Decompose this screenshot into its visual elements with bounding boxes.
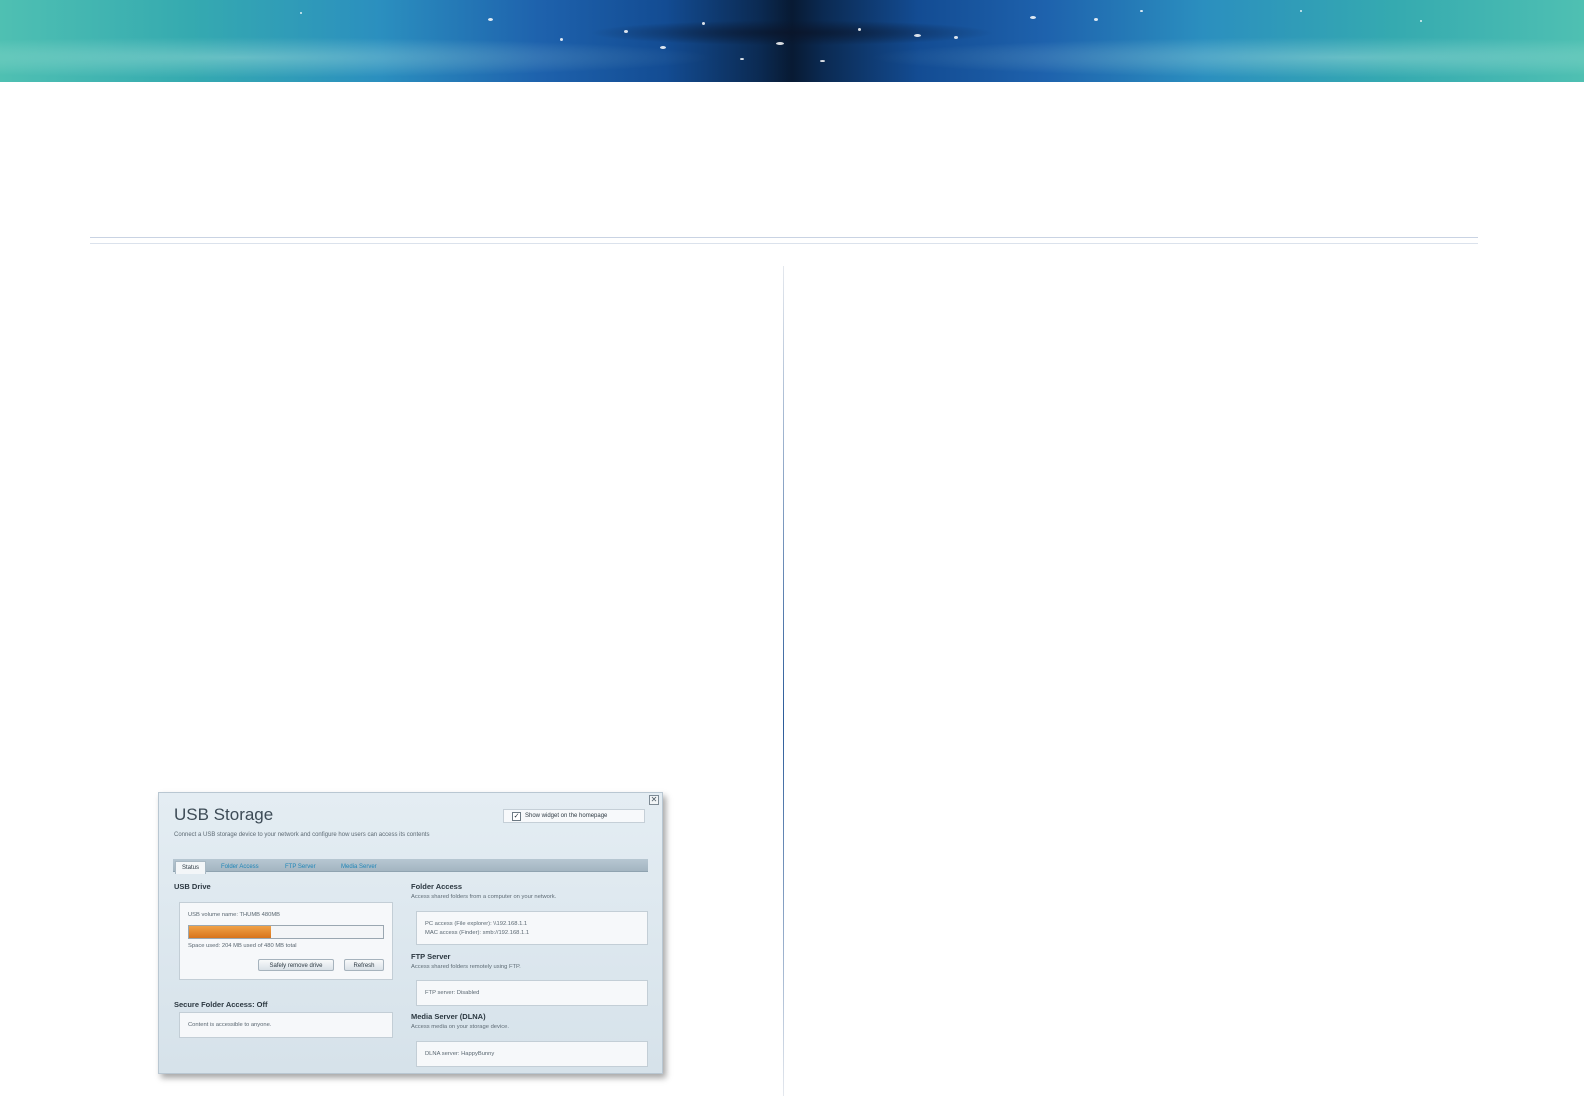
banner-speck bbox=[1140, 10, 1143, 12]
usb-drive-heading: USB Drive bbox=[174, 882, 211, 891]
secure-folder-box: Content is accessible to anyone. bbox=[179, 1012, 393, 1038]
usage-progress-bar bbox=[188, 925, 384, 939]
media-server-box: DLNA server: HappyBunny bbox=[416, 1041, 648, 1067]
banner-speck bbox=[820, 60, 825, 62]
show-widget-label: Show widget on the homepage bbox=[525, 813, 608, 819]
ftp-server-box: FTP server: Disabled bbox=[416, 980, 648, 1006]
banner-speck bbox=[740, 58, 744, 60]
banner-speck bbox=[488, 18, 493, 21]
banner-speck bbox=[1300, 10, 1302, 12]
ftp-server-desc: Access shared folders remotely using FTP… bbox=[411, 964, 521, 970]
banner-speck bbox=[660, 46, 666, 49]
checkbox-icon[interactable]: ✓ bbox=[512, 811, 521, 821]
ftp-server-heading: FTP Server bbox=[411, 952, 451, 961]
secure-folder-text: Content is accessible to anyone. bbox=[188, 1022, 272, 1028]
banner-speck bbox=[776, 42, 784, 45]
folder-access-box: PC access (File explorer): \\192.168.1.1… bbox=[416, 911, 648, 945]
usb-volume-name: USB volume name: THUMB 480MB bbox=[188, 912, 281, 918]
banner-speck bbox=[914, 34, 921, 37]
banner-speck bbox=[1094, 18, 1098, 21]
tab-folder-access[interactable]: Folder Access bbox=[215, 861, 265, 873]
banner-speck bbox=[702, 22, 705, 25]
page-title: USB Storage bbox=[174, 805, 274, 824]
column-divider bbox=[783, 266, 784, 1096]
tab-status[interactable]: Status bbox=[175, 861, 207, 874]
media-server-heading: Media Server (DLNA) bbox=[411, 1012, 486, 1021]
usb-storage-panel: ✕ USB Storage Connect a USB storage devi… bbox=[158, 792, 663, 1074]
tab-media-server[interactable]: Media Server bbox=[335, 861, 383, 873]
banner-speck bbox=[1030, 16, 1036, 19]
header-divider bbox=[90, 237, 1478, 238]
banner-speck bbox=[858, 28, 861, 31]
folder-access-heading: Folder Access bbox=[411, 882, 462, 891]
media-server-status: DLNA server: HappyBunny bbox=[425, 1051, 495, 1057]
banner-speck bbox=[300, 12, 302, 14]
page-subtitle: Connect a USB storage device to your net… bbox=[174, 832, 430, 838]
mac-access-text: MAC access (Finder): smb://192.168.1.1 bbox=[425, 930, 530, 936]
folder-access-desc: Access shared folders from a computer on… bbox=[411, 894, 557, 900]
refresh-button[interactable]: Refresh bbox=[344, 959, 384, 971]
banner-speck bbox=[954, 36, 958, 39]
close-icon[interactable]: ✕ bbox=[649, 795, 659, 805]
banner-speck bbox=[624, 30, 628, 33]
banner-speck bbox=[1420, 20, 1422, 22]
header-banner bbox=[0, 0, 1584, 82]
banner-glow bbox=[0, 0, 1584, 82]
banner-speck bbox=[560, 38, 563, 41]
secure-folder-heading: Secure Folder Access: Off bbox=[174, 1000, 268, 1009]
show-widget-toggle[interactable]: ✓ Show widget on the homepage bbox=[503, 809, 645, 823]
ftp-server-status: FTP server: Disabled bbox=[425, 990, 480, 996]
space-used-text: Space used: 204 MB used of 480 MB total bbox=[188, 943, 297, 949]
usage-progress-fill bbox=[189, 926, 272, 938]
media-server-desc: Access media on your storage device. bbox=[411, 1024, 509, 1030]
safely-remove-button[interactable]: Safely remove drive bbox=[258, 959, 334, 971]
tab-ftp-server[interactable]: FTP Server bbox=[279, 861, 322, 873]
header-divider-secondary bbox=[90, 243, 1478, 244]
usb-drive-box: USB volume name: THUMB 480MB Space used:… bbox=[179, 902, 393, 980]
pc-access-text: PC access (File explorer): \\192.168.1.1 bbox=[425, 921, 528, 927]
